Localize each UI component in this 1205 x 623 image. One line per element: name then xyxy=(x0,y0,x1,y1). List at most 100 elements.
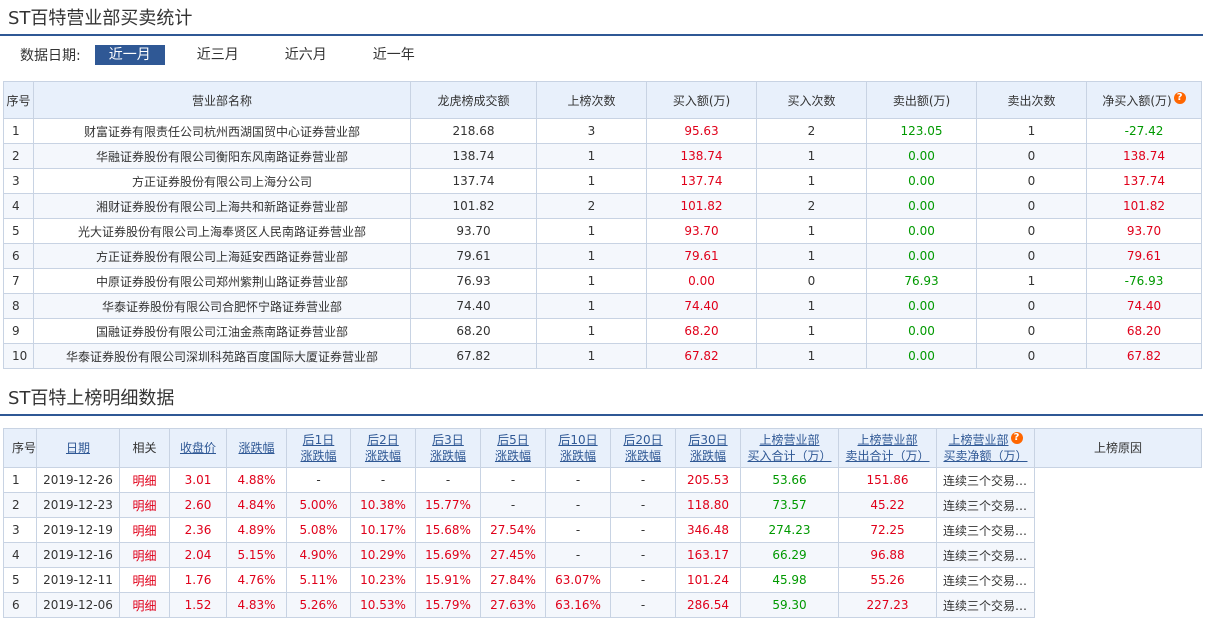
tab-6-month[interactable]: 近六月 xyxy=(271,45,341,65)
table-cell: 2 xyxy=(756,118,867,144)
table-cell: 1 xyxy=(756,243,867,269)
table-cell: 3.01 xyxy=(169,467,227,493)
table-row: 1 2019-12-26 明细 3.01 4.88% - - - - - -205.53 53.66 1… xyxy=(3,467,1202,493)
table-cell: 0.00 xyxy=(866,243,977,269)
table-cell: 0 xyxy=(756,268,867,294)
col-header-after3[interactable]: 后3日 涨跌幅 xyxy=(415,428,481,468)
tab-1-month[interactable]: 近一月 xyxy=(94,45,165,65)
table-cell: 2.04 xyxy=(169,542,227,568)
table-row: 8 华泰证券股份有限公司合肥怀宁路证券营业部 74.40 1 74.40 1 0.00 0 74… xyxy=(3,293,1202,319)
detail-link[interactable]: 明细 xyxy=(119,517,170,543)
col-header: 上榜原因 xyxy=(1034,428,1202,468)
table-cell: - xyxy=(415,467,481,493)
col-header-after5[interactable]: 后5日 涨跌幅 xyxy=(480,428,546,468)
table-cell: 10.17% xyxy=(350,517,416,543)
col-header-close[interactable]: 收盘价 xyxy=(169,428,227,468)
table-cell: 346.48 xyxy=(675,517,741,543)
table-cell: 1 xyxy=(536,243,647,269)
table-cell: 138.74 xyxy=(1086,143,1202,169)
table-cell: 6 xyxy=(3,243,34,269)
detail-link[interactable]: 明细 xyxy=(119,542,170,568)
table-cell: 0.00 xyxy=(866,218,977,244)
table-cell: 67.82 xyxy=(1086,343,1202,369)
table-cell: 1 xyxy=(756,168,867,194)
table-cell: 27.45% xyxy=(480,542,546,568)
broker-name-cell: 湘财证券股份有限公司上海共和新路证券营业部 xyxy=(33,193,411,219)
table-cell: 10.29% xyxy=(350,542,416,568)
help-icon[interactable]: ? xyxy=(1010,432,1023,444)
table-cell: 118.80 xyxy=(675,492,741,518)
table-cell: 137.74 xyxy=(646,168,757,194)
table-cell: 6 xyxy=(3,592,37,618)
table-cell: 63.16% xyxy=(545,592,611,618)
col-header-after10[interactable]: 后10日 涨跌幅 xyxy=(545,428,611,468)
table-cell: 4 xyxy=(3,542,37,568)
table-cell: - xyxy=(610,517,676,543)
col-header: 买入次数 xyxy=(756,81,867,119)
broker-stats-table: 序号 营业部名称 龙虎榜成交额 上榜次数 买入额(万) 买入次数 卖出额(万) … xyxy=(3,81,1202,369)
table-cell: 1 xyxy=(536,318,647,344)
table-cell: 79.61 xyxy=(410,243,537,269)
table-row: 1 财富证券有限责任公司杭州西湖国贸中心证券营业部 218.68 3 95.63 2 123… xyxy=(3,118,1202,144)
col-header-buy-total[interactable]: 上榜营业部 买入合计（万） xyxy=(740,428,839,468)
table-cell: 67.82 xyxy=(410,343,537,369)
table-cell: 0.00 xyxy=(866,193,977,219)
table-cell: 101.82 xyxy=(1086,193,1202,219)
col-header-sell-total[interactable]: 上榜营业部 卖出合计（万） xyxy=(838,428,937,468)
table-cell: 7 xyxy=(3,268,34,294)
table-cell: - xyxy=(610,567,676,593)
table-header-row: 序号 营业部名称 龙虎榜成交额 上榜次数 买入额(万) 买入次数 卖出额(万) … xyxy=(3,81,1202,119)
reason-cell: 连续三个交易日内，涨幅偏离值累计达到12%的ST证券、*ST证券和未完成股改证券 xyxy=(936,492,1035,518)
table-row: 4 2019-12-16 明细 2.04 5.15% 4.90% 10.29% 15.69% 2… xyxy=(3,542,1202,568)
col-header: 龙虎榜成交额 xyxy=(410,81,537,119)
section-title-stats: ST百特营业部买卖统计 xyxy=(0,0,1203,36)
reason-cell: 连续三个交易日内，涨幅偏离值累计达到12%的ST证券、*ST证券和未完成股改证券 xyxy=(936,517,1035,543)
date-label: 数据日期: xyxy=(20,48,81,64)
table-cell: 151.86 xyxy=(838,467,937,493)
table-cell: 2 xyxy=(3,143,34,169)
broker-name-cell: 中原证券股份有限公司郑州紫荆山路证券营业部 xyxy=(33,268,411,294)
col-header-after20[interactable]: 后20日 涨跌幅 xyxy=(610,428,676,468)
detail-link[interactable]: 明细 xyxy=(119,567,170,593)
col-header-after2[interactable]: 后2日 涨跌幅 xyxy=(350,428,416,468)
col-header: 卖出次数 xyxy=(976,81,1087,119)
broker-name-cell: 财富证券有限责任公司杭州西湖国贸中心证券营业部 xyxy=(33,118,411,144)
table-cell: 0 xyxy=(976,243,1087,269)
col-header-change[interactable]: 涨跌幅 xyxy=(226,428,287,468)
table-cell: 15.77% xyxy=(415,492,481,518)
table-cell: 0.00 xyxy=(866,168,977,194)
table-cell: 96.88 xyxy=(838,542,937,568)
table-cell: 1 xyxy=(976,268,1087,294)
table-cell: 1 xyxy=(536,268,647,294)
table-cell: 95.63 xyxy=(646,118,757,144)
table-cell: 3 xyxy=(536,118,647,144)
table-cell: 2.36 xyxy=(169,517,227,543)
col-header-after30[interactable]: 后30日 涨跌幅 xyxy=(675,428,741,468)
section-title-detail: ST百特上榜明细数据 xyxy=(0,380,1203,416)
detail-link[interactable]: 明细 xyxy=(119,592,170,618)
table-cell: 74.40 xyxy=(410,293,537,319)
tab-3-month[interactable]: 近三月 xyxy=(183,45,253,65)
table-cell: 2 xyxy=(3,492,37,518)
table-cell: 68.20 xyxy=(646,318,757,344)
table-cell: 4.84% xyxy=(226,492,287,518)
reason-cell: 连续三个交易日内，涨幅偏离值累计达到12%的ST证券、*ST证券和未完成股改证券 xyxy=(936,542,1035,568)
table-cell: 10.38% xyxy=(350,492,416,518)
col-header-after1[interactable]: 后1日 涨跌幅 xyxy=(286,428,351,468)
tab-1-year[interactable]: 近一年 xyxy=(359,45,429,65)
col-header-net[interactable]: 上榜营业部? 买卖净额（万） xyxy=(936,428,1035,468)
table-cell: 1.52 xyxy=(169,592,227,618)
table-cell: 0 xyxy=(976,168,1087,194)
table-cell: 5.15% xyxy=(226,542,287,568)
detail-link[interactable]: 明细 xyxy=(119,467,170,493)
table-row: 5 2019-12-11 明细 1.76 4.76% 5.11% 10.23% 15.91% 2… xyxy=(3,567,1202,593)
table-cell: 286.54 xyxy=(675,592,741,618)
table-cell: - xyxy=(545,492,611,518)
table-cell: 0.00 xyxy=(866,293,977,319)
table-row: 2 华融证券股份有限公司衡阳东风南路证券营业部 138.74 1 138.74 1 0.00… xyxy=(3,143,1202,169)
col-header-date[interactable]: 日期 xyxy=(36,428,120,468)
table-row: 10 华泰证券股份有限公司深圳科苑路百度国际大厦证券营业部 67.82 1 67.82 1… xyxy=(3,343,1202,369)
table-cell: 1 xyxy=(756,318,867,344)
detail-link[interactable]: 明细 xyxy=(119,492,170,518)
help-icon[interactable]: ? xyxy=(1173,91,1186,104)
